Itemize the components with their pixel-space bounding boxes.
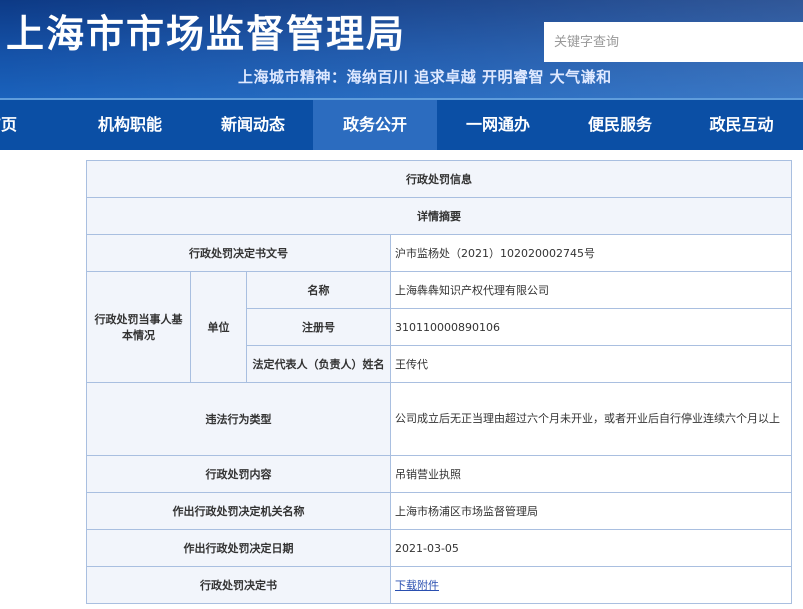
legal-rep-value: 王传代 xyxy=(390,345,792,383)
table-summary-heading: 详情摘要 xyxy=(86,197,792,235)
unit-label: 单位 xyxy=(190,271,247,383)
name-value: 上海犇犇知识产权代理有限公司 xyxy=(390,271,792,309)
download-attachment-link[interactable]: 下载附件 xyxy=(395,579,439,592)
nav-item-home[interactable]: 首页 xyxy=(0,100,32,150)
main-nav: 首页 机构职能 新闻动态 政务公开 一网通办 便民服务 政民互动 xyxy=(0,98,803,150)
penalty-content-label: 行政处罚内容 xyxy=(86,455,391,493)
nav-item-gov-affairs[interactable]: 政务公开 xyxy=(313,100,437,150)
site-header: 上海市市场监督管理局 上海城市精神：海纳百川 追求卓越 开明睿智 大气谦和 xyxy=(0,0,803,98)
violation-type-label: 违法行为类型 xyxy=(86,382,391,456)
penalty-detail-table: 行政处罚信息 详情摘要 行政处罚决定书文号 沪市监杨处（2021）1020200… xyxy=(86,160,792,604)
decision-date-value: 2021-03-05 xyxy=(390,529,792,567)
table-title: 行政处罚信息 xyxy=(86,160,792,198)
reg-number-value: 310110000890106 xyxy=(390,308,792,346)
nav-item-functions[interactable]: 机构职能 xyxy=(68,100,192,150)
name-label: 名称 xyxy=(246,271,391,309)
penalty-content-value: 吊销营业执照 xyxy=(390,455,792,493)
search-input[interactable] xyxy=(544,22,803,62)
legal-rep-label: 法定代表人（负责人）姓名 xyxy=(246,345,391,383)
reg-number-label: 注册号 xyxy=(246,308,391,346)
party-info-label: 行政处罚当事人基本情况 xyxy=(86,271,191,383)
nav-item-interaction[interactable]: 政民互动 xyxy=(680,100,803,150)
decision-date-label: 作出行政处罚决定日期 xyxy=(86,529,391,567)
city-spirit-slogan: 上海城市精神：海纳百川 追求卓越 开明睿智 大气谦和 xyxy=(238,68,612,86)
authority-label: 作出行政处罚决定机关名称 xyxy=(86,492,391,530)
decision-doc-label: 行政处罚决定书 xyxy=(86,566,391,604)
doc-number-value: 沪市监杨处（2021）102020002745号 xyxy=(390,234,792,272)
nav-item-services[interactable]: 便民服务 xyxy=(558,100,682,150)
doc-number-label: 行政处罚决定书文号 xyxy=(86,234,391,272)
nav-item-news[interactable]: 新闻动态 xyxy=(191,100,315,150)
nav-item-one-stop[interactable]: 一网通办 xyxy=(436,100,560,150)
decision-doc-cell: 下载附件 xyxy=(390,566,792,604)
site-title: 上海市市场监督管理局 xyxy=(6,12,407,56)
violation-type-value: 公司成立后无正当理由超过六个月未开业，或者开业后自行停业连续六个月以上 xyxy=(390,382,792,456)
authority-value: 上海市杨浦区市场监督管理局 xyxy=(390,492,792,530)
